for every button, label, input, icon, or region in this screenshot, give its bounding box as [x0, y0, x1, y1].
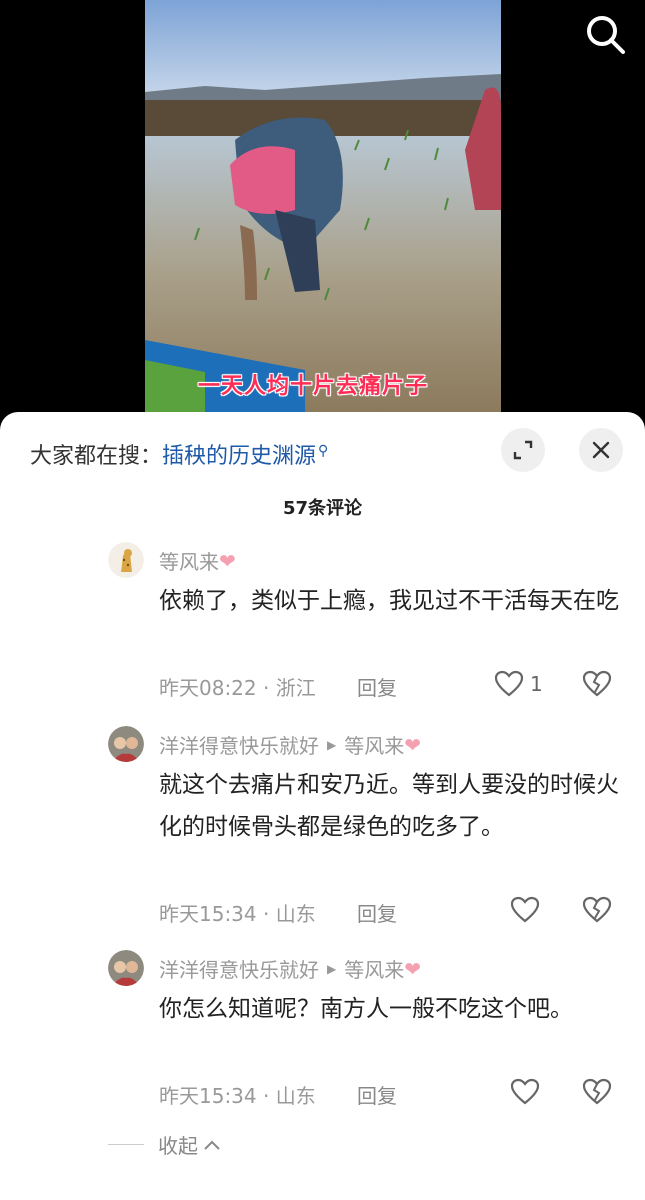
photo-avatar-icon — [108, 726, 144, 762]
author-name: 等风来 — [159, 550, 219, 574]
video-caption: 一天人均十片去痛片子 — [198, 374, 429, 399]
heart-outline-icon — [494, 670, 524, 697]
comments-sheet: 大家都在搜：插秧的历史渊源 ⚲ 57条评论 等风来 ❤ 依赖了，类似于上瘾，我见过不… — [0, 412, 645, 1200]
giraffe-avatar-icon — [108, 542, 144, 578]
reply-to-name: 等风来 — [344, 734, 405, 758]
comment-text: 就这个去痛片和安乃近。等到人要没的时候火化的时候骨头都是绿色的吃多了。 — [159, 772, 619, 840]
close-icon — [592, 441, 610, 459]
video-frame[interactable] — [145, 0, 501, 412]
broken-heart-icon — [582, 896, 612, 923]
comment-meta: 昨天15:34 · 山东 — [159, 902, 316, 926]
reply-to-name: 等风来 — [344, 958, 405, 982]
expand-button[interactable] — [501, 428, 545, 472]
chevron-up-icon — [204, 1140, 220, 1150]
like-button[interactable]: 1 — [494, 670, 543, 698]
heart-icon: ❤ — [404, 732, 421, 757]
like-button[interactable] — [510, 1078, 540, 1106]
comment-meta: 昨天15:34 · 山东 — [159, 1084, 316, 1108]
search-suggestion[interactable]: 大家都在搜：插秧的历史渊源 ⚲ — [30, 438, 328, 470]
suggestion-keyword[interactable]: 插秧的历史渊源 — [162, 444, 316, 469]
author-name: 洋洋得意快乐就好 — [159, 734, 319, 758]
heart-outline-icon — [510, 896, 540, 923]
heart-outline-icon — [510, 1078, 540, 1105]
divider-line — [108, 1144, 144, 1145]
reply-button[interactable]: 回复 — [357, 1080, 397, 1109]
heart-icon: ❤ — [219, 548, 236, 573]
broken-heart-icon — [582, 670, 612, 697]
comment-count: 57条评论 — [282, 498, 363, 519]
comment-text: 依赖了，类似于上瘾，我见过不干活每天在吃 — [159, 588, 619, 614]
comment-text: 你怎么知道呢？南方人一般不吃这个吧。 — [159, 996, 573, 1022]
like-count: 1 — [530, 672, 543, 696]
suggestion-prefix: 大家都在搜： — [30, 444, 163, 469]
comment-author[interactable]: 等风来 ❤ — [159, 546, 236, 575]
video-player[interactable]: 一天人均十片去痛片子 — [0, 0, 645, 430]
collapse-label: 收起 — [158, 1134, 198, 1158]
photo-avatar-icon — [108, 950, 144, 986]
search-button[interactable] — [583, 12, 627, 56]
like-button[interactable] — [510, 896, 540, 924]
dislike-button[interactable] — [582, 670, 612, 702]
heart-icon: ❤ — [404, 956, 421, 981]
close-button[interactable] — [579, 428, 623, 472]
search-icon — [587, 16, 625, 54]
search-small-icon: ⚲ — [318, 442, 329, 459]
avatar[interactable] — [108, 726, 144, 762]
author-name: 洋洋得意快乐就好 — [159, 958, 319, 982]
broken-heart-icon — [582, 1078, 612, 1105]
reply-button[interactable]: 回复 — [357, 672, 397, 701]
comment-meta: 昨天08:22 · 浙江 — [159, 676, 316, 700]
dislike-button[interactable] — [582, 1078, 612, 1110]
dislike-button[interactable] — [582, 896, 612, 928]
video-still-image — [145, 0, 501, 412]
expand-icon — [513, 440, 533, 460]
avatar[interactable] — [108, 950, 144, 986]
comment-author[interactable]: 洋洋得意快乐就好 ▶ 等风来 ❤ — [159, 954, 421, 983]
reply-arrow-icon: ▶ — [327, 737, 337, 752]
reply-button[interactable]: 回复 — [357, 898, 397, 927]
reply-arrow-icon: ▶ — [327, 961, 337, 976]
comment-author[interactable]: 洋洋得意快乐就好 ▶ 等风来 ❤ — [159, 730, 421, 759]
collapse-replies-button[interactable]: 收起 — [108, 1130, 222, 1159]
avatar[interactable] — [108, 542, 144, 578]
